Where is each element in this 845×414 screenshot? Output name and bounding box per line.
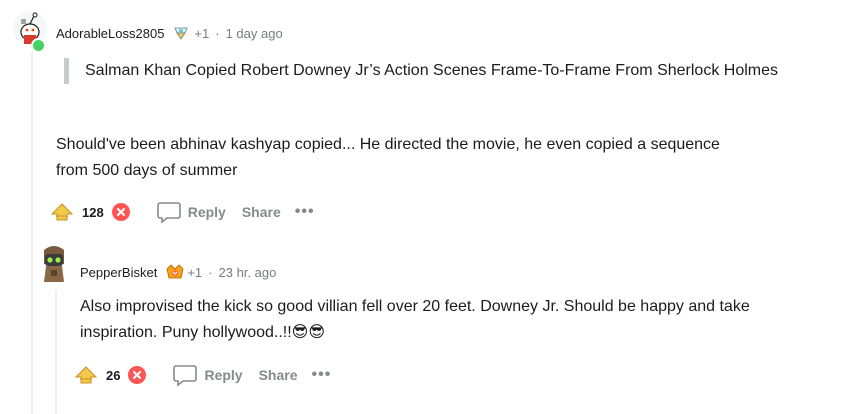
upvote-icon[interactable] <box>50 202 74 222</box>
reply-label: Reply <box>187 204 226 220</box>
vote-score: 26 <box>106 367 121 383</box>
username[interactable]: PepperBisket <box>80 265 157 280</box>
comment-body: Also improvised the kick so good villian… <box>80 294 780 346</box>
online-indicator <box>31 38 46 53</box>
thread-line-nested[interactable] <box>55 290 57 414</box>
reply-button[interactable]: Reply <box>164 361 250 389</box>
share-button[interactable]: Share <box>251 361 306 389</box>
comment-timestamp[interactable]: 23 hr. ago <box>219 265 277 280</box>
award-icon[interactable] <box>165 263 184 281</box>
award-icon[interactable] <box>172 24 190 42</box>
username[interactable]: AdorableLoss2805 <box>56 26 164 41</box>
downvote-icon[interactable] <box>111 203 130 221</box>
share-label: Share <box>241 204 281 220</box>
award-count: +1 <box>194 25 210 41</box>
comment-actions: 26 Reply Share ••• <box>74 361 337 389</box>
comment-timestamp[interactable]: 1 day ago <box>226 26 283 41</box>
comment-actions: 128 Reply Share ••• <box>50 198 321 226</box>
comment-quote: Salman Khan Copied Robert Downey Jr’s Ac… <box>64 58 825 84</box>
avatar[interactable] <box>36 242 72 284</box>
emoji: 😎😎 <box>291 324 326 341</box>
comment-header: PepperBisket +1 · 23 hr. ago <box>80 263 276 281</box>
comment-body: Should've been abhinav kashyap copied...… <box>56 136 720 179</box>
downvote-icon[interactable] <box>128 366 147 384</box>
reply-button[interactable]: Reply <box>148 198 234 226</box>
reply-label: Reply <box>204 367 243 383</box>
vote-controls: 128 <box>50 202 130 222</box>
thread-line[interactable] <box>31 52 33 414</box>
share-button[interactable]: Share <box>234 198 289 226</box>
meta-separator: · <box>208 264 213 280</box>
award-count: +1 <box>187 264 203 280</box>
meta-separator: · <box>215 25 220 41</box>
snoo-avatar-icon <box>44 246 64 282</box>
comment-bubble-icon <box>173 365 198 387</box>
comment-bubble-icon <box>156 202 181 224</box>
vote-controls: 26 <box>74 365 147 385</box>
upvote-icon[interactable] <box>74 365 98 385</box>
comment-header: AdorableLoss2805 +1 · 1 day ago <box>56 24 283 42</box>
vote-score: 128 <box>82 204 104 220</box>
comment-body-text: Also improvised the kick so good villian… <box>80 298 750 341</box>
share-label: Share <box>258 367 298 383</box>
more-options-button[interactable]: ••• <box>306 366 338 384</box>
more-options-button[interactable]: ••• <box>289 203 321 221</box>
